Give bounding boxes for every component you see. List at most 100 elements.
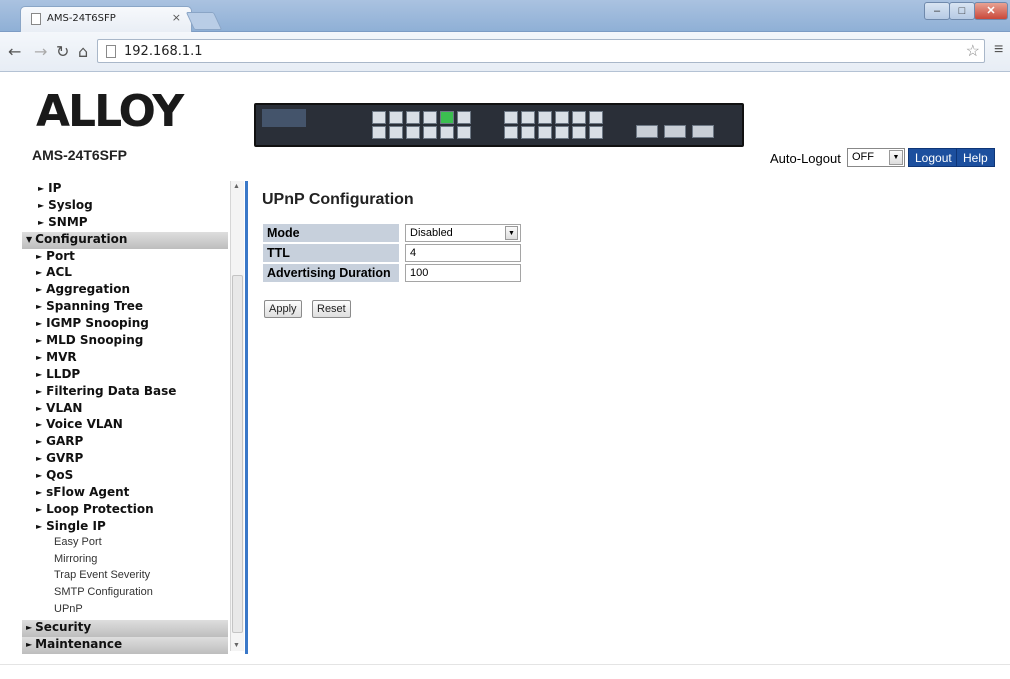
ttl-input[interactable]: 4 (405, 244, 521, 262)
sidebar-item-label: SNMP (48, 214, 88, 229)
reload-icon[interactable]: ↻ (56, 42, 69, 61)
menu-icon[interactable]: ≡ (994, 41, 1003, 59)
sidebar-item-snmp[interactable]: ► SNMP (22, 215, 230, 232)
sidebar-item-security[interactable]: ► Security (22, 620, 228, 638)
switch-front-panel-image (254, 103, 744, 147)
sidebar-item-label: Aggregation (46, 282, 131, 297)
sidebar-item-label: Security (35, 620, 92, 635)
sidebar-item-label: Spanning Tree (46, 299, 144, 314)
sidebar-item-label: UPnP (54, 603, 83, 616)
sidebar-scrollbar[interactable]: ▲ ▼ (230, 181, 244, 651)
frame-divider (245, 181, 248, 654)
sidebar-item-trap-event-severity[interactable]: Trap Event Severity (22, 569, 230, 586)
sidebar-item-label: GVRP (46, 451, 84, 466)
table-row: Mode Disabled ▼ (263, 224, 521, 242)
sidebar-item-label: SMTP Configuration (54, 586, 153, 599)
scroll-up-icon[interactable]: ▲ (233, 183, 240, 190)
browser-titlebar: AMS-24T6SFP × – □ ✕ (0, 0, 1010, 32)
sidebar-item-mld-snooping[interactable]: ► MLD Snooping (22, 333, 230, 350)
port (423, 126, 437, 139)
port (423, 111, 437, 124)
minimize-button[interactable]: – (924, 2, 950, 20)
sidebar-item-label: Voice VLAN (46, 417, 123, 432)
sidebar-item-label: Configuration (35, 231, 128, 246)
sidebar-item-label: Filtering Data Base (46, 383, 177, 398)
port (406, 126, 420, 139)
port (504, 111, 518, 124)
browser-tab[interactable]: AMS-24T6SFP × (20, 6, 192, 32)
sidebar-item-label: IP (48, 181, 62, 195)
auto-logout-select[interactable]: OFF ▼ (847, 148, 905, 167)
advertising-duration-input[interactable]: 100 (405, 264, 521, 282)
sidebar-item-voice-vlan[interactable]: ► Voice VLAN (22, 417, 230, 434)
sidebar-item-aggregation[interactable]: ► Aggregation (22, 282, 230, 299)
port (504, 126, 518, 139)
maximize-button[interactable]: □ (949, 2, 975, 20)
chevron-down-icon[interactable]: ▼ (889, 150, 903, 165)
scrollbar-thumb[interactable] (232, 275, 243, 633)
sidebar-item-igmp-snooping[interactable]: ► IGMP Snooping (22, 316, 230, 333)
sidebar-item-mirroring[interactable]: Mirroring (22, 553, 230, 570)
sidebar-item-configuration[interactable]: ▼ Configuration (22, 231, 228, 249)
sidebar-item-syslog[interactable]: ► Syslog (22, 198, 230, 215)
close-window-button[interactable]: ✕ (974, 2, 1008, 20)
sidebar-item-label: Easy Port (54, 535, 102, 548)
url-text[interactable]: 192.168.1.1 (124, 44, 203, 59)
sidebar-item-label: IGMP Snooping (46, 316, 149, 331)
logout-button[interactable]: Logout (908, 148, 959, 167)
sidebar-item-ip[interactable]: ► IP (22, 181, 230, 198)
sidebar-item-sflow-agent[interactable]: ► sFlow Agent (22, 485, 230, 502)
sidebar-item-mvr[interactable]: ► MVR (22, 350, 230, 367)
sfp-port (692, 125, 714, 138)
home-icon[interactable]: ⌂ (78, 42, 88, 61)
port (538, 111, 552, 124)
help-button[interactable]: Help (956, 148, 995, 167)
sidebar-item-smtp-configuration[interactable]: SMTP Configuration (22, 586, 230, 603)
sidebar-item-maintenance[interactable]: ► Maintenance (22, 637, 228, 654)
sidebar-item-vlan[interactable]: ► VLAN (22, 401, 230, 418)
back-icon[interactable]: ← (8, 42, 21, 61)
sidebar-item-spanning-tree[interactable]: ► Spanning Tree (22, 299, 230, 316)
sidebar-item-acl[interactable]: ► ACL (22, 265, 230, 282)
chevron-down-icon[interactable]: ▼ (505, 226, 518, 240)
port (538, 126, 552, 139)
sidebar-item-upnp[interactable]: UPnP (22, 603, 230, 620)
page-title: UPnP Configuration (262, 191, 414, 208)
triangle-right-icon: ► (38, 217, 45, 227)
sidebar-item-lldp[interactable]: ► LLDP (22, 367, 230, 384)
address-bar[interactable]: 192.168.1.1 ☆ (97, 39, 985, 63)
sidebar-item-port[interactable]: ► Port (22, 249, 230, 266)
apply-button[interactable]: Apply (264, 300, 302, 318)
sidebar-item-loop-protection[interactable]: ► Loop Protection (22, 502, 230, 519)
sidebar-item-gvrp[interactable]: ► GVRP (22, 451, 230, 468)
table-row: TTL 4 (263, 244, 521, 262)
sidebar-item-single-ip[interactable]: ► Single IP (22, 519, 230, 536)
auto-logout-value: OFF (852, 151, 874, 163)
sidebar-item-qos[interactable]: ► QoS (22, 468, 230, 485)
bookmark-star-icon[interactable]: ☆ (966, 41, 980, 61)
port (457, 111, 471, 124)
ttl-label: TTL (263, 244, 399, 262)
port (372, 111, 386, 124)
sidebar-item-easy-port[interactable]: Easy Port (22, 536, 230, 553)
triangle-right-icon: ► (36, 437, 43, 447)
triangle-right-icon: ► (36, 336, 43, 346)
sidebar-item-garp[interactable]: ► GARP (22, 434, 230, 451)
forward-icon[interactable]: → (34, 42, 47, 61)
triangle-right-icon: ► (36, 268, 43, 278)
port (372, 126, 386, 139)
port (555, 126, 569, 139)
triangle-right-icon: ► (38, 200, 45, 210)
page-icon (106, 45, 116, 58)
sidebar-item-label: sFlow Agent (46, 485, 130, 500)
mode-select[interactable]: Disabled ▼ (405, 224, 521, 242)
reset-button[interactable]: Reset (312, 300, 351, 318)
scroll-down-icon[interactable]: ▼ (233, 642, 240, 649)
sidebar-item-label: Mirroring (54, 552, 98, 565)
sidebar-item-label: QoS (46, 468, 74, 483)
sidebar-item-filtering-data-base[interactable]: ► Filtering Data Base (22, 384, 230, 401)
table-row: Advertising Duration 100 (263, 264, 521, 282)
triangle-right-icon: ► (36, 319, 43, 329)
tab-close-icon[interactable]: × (172, 11, 181, 24)
port (589, 126, 603, 139)
